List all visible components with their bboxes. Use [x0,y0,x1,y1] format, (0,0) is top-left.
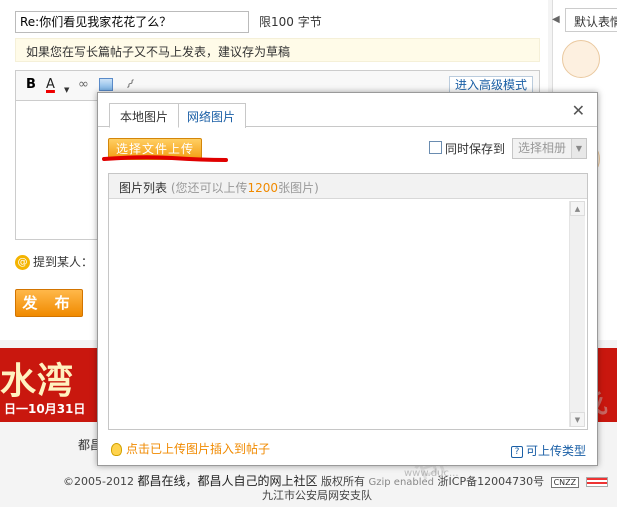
tab-web-image[interactable]: 网络图片 [177,103,247,128]
icp-link[interactable]: 浙ICP备12004730号 [438,475,545,488]
chevron-left-icon[interactable]: ◀ [552,14,560,25]
publish-button[interactable]: 发 布 [15,289,83,317]
tab-local-image[interactable]: 本地图片 [109,103,180,128]
attachment-icon[interactable]: ⌇ [122,77,137,93]
image-list-title: 图片列表 [119,181,168,195]
copyright-year: ©2005-2012 [63,475,134,488]
sync-save-checkbox[interactable] [429,141,442,154]
police-link[interactable]: 九江市公安局网安支队 [262,487,372,503]
insert-tip: 点击已上传图片插入到帖子 [111,440,270,457]
image-list-hint-suffix: 张图片) [278,181,319,195]
allowed-types-link[interactable]: ? 可上传类型 [510,442,586,459]
album-select-value: 选择相册 [518,141,567,155]
flag-icon[interactable] [585,477,608,487]
sync-save-label: 同时保存到 [445,142,506,156]
draft-tip: 如果您在写长篇帖子又不马上发表，建议存为草稿 [15,38,540,62]
title-limit-label: 限100 字节 [259,15,322,29]
red-underline-annotation [102,155,228,162]
emoticon-tab[interactable]: 默认表情 [565,8,617,32]
close-icon[interactable]: ✕ [572,103,585,119]
banner-date: 日一10月31日 [4,402,86,416]
scroll-up-icon[interactable]: ▲ [570,201,585,216]
chevron-down-icon[interactable]: ▼ [64,82,69,98]
image-icon[interactable] [99,78,113,91]
cnzz-badge[interactable]: CNZZ [550,476,580,488]
title-input[interactable]: Re:你们看见我家花花了么？ [15,11,249,33]
site-name[interactable]: 都昌在线，都昌人自己的网上社区 [137,474,317,488]
lightbulb-icon [111,443,122,456]
emoticon-icon[interactable] [562,40,600,78]
font-color-icon[interactable]: A [46,77,55,93]
insert-tip-text: 点击已上传图片插入到帖子 [126,442,271,456]
image-upload-dialog: 本地图片 网络图片 ✕ 选择文件上传 同时保存到 选择相册 ▼ 图片列表 (您还… [97,92,598,466]
gzip-text: Gzip enabled [368,477,435,488]
scroll-down-icon[interactable]: ▼ [570,412,585,427]
chevron-down-icon[interactable]: ▼ [571,139,586,158]
image-list-hint-prefix: (您还可以上传 [170,181,248,195]
album-select[interactable]: 选择相册 ▼ [512,138,587,159]
image-list-remaining: 1200 [247,181,279,195]
banner-left: 水湾 日一10月31日 [0,348,98,422]
image-list-scrollbar[interactable]: ▲ ▼ [569,201,585,427]
at-icon: @ [15,255,30,270]
mention-label: 提到某人： [33,255,94,269]
image-list-panel: 图片列表 (您还可以上传1200张图片) ▲ ▼ [108,173,588,430]
bold-icon[interactable]: B [26,77,36,93]
image-list-header: 图片列表 (您还可以上传1200张图片) [109,174,587,199]
link-icon[interactable]: ∞ [78,77,89,93]
banner-title: 水湾 [0,360,75,402]
help-icon: ? [510,445,523,458]
mention-row: @ 提到某人： [15,253,93,270]
dialog-tab-bar: 本地图片 网络图片 ✕ [98,93,597,128]
allowed-types-label: 可上传类型 [525,444,586,458]
